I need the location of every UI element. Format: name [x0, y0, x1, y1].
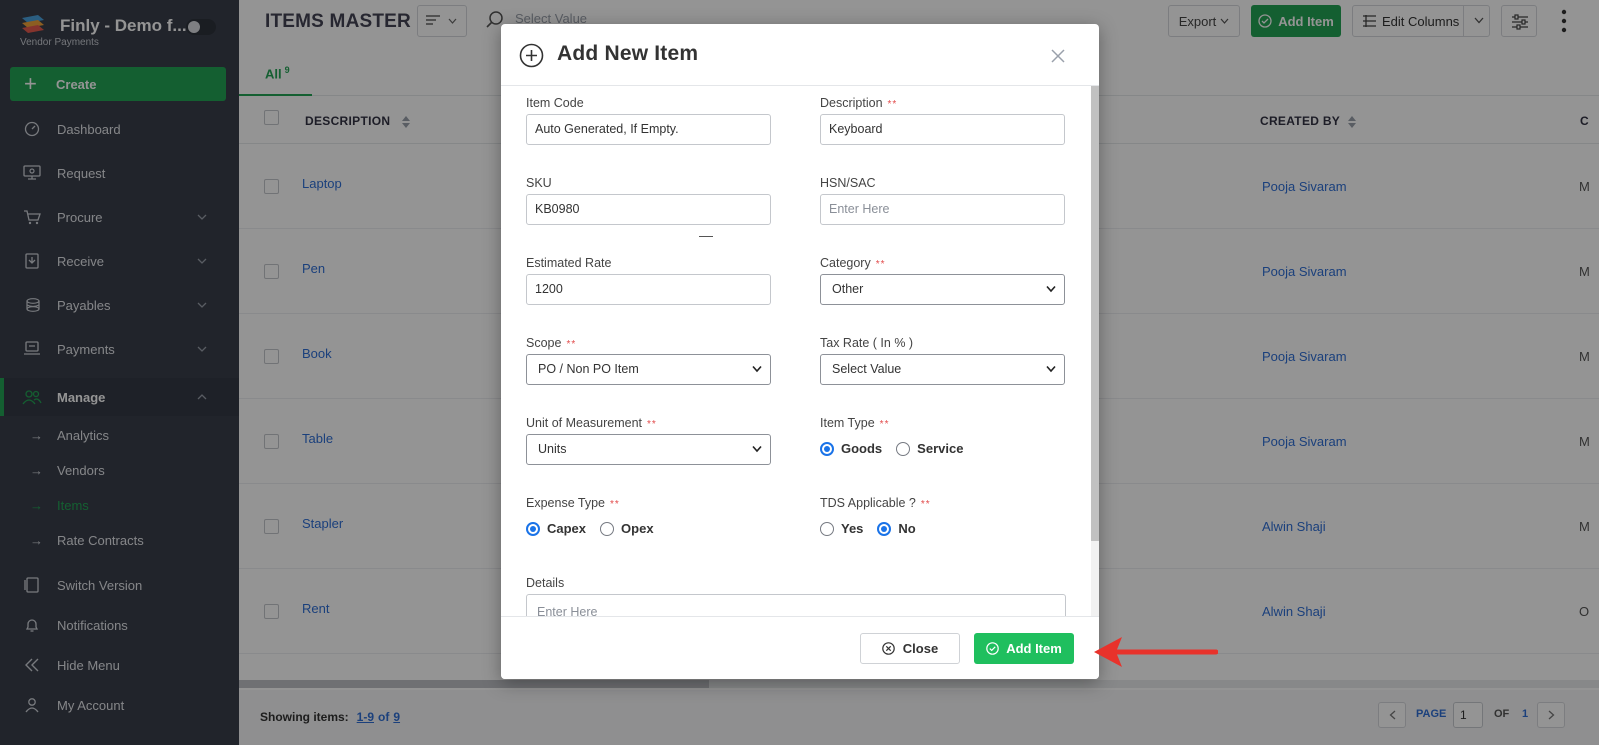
tds-applicable-radio-group: Yes No — [820, 521, 930, 536]
modal-footer: Close Add Item — [501, 616, 1099, 679]
scope-selected-value: PO / Non PO Item — [538, 362, 639, 376]
plus-circle-icon — [519, 43, 544, 68]
annotation-arrow-icon — [1094, 637, 1218, 667]
radio-button[interactable] — [896, 441, 911, 456]
radio-label: Opex — [621, 521, 654, 536]
estimated-rate-label: Estimated Rate — [526, 256, 612, 270]
required-mark: ** — [920, 499, 931, 510]
item-type-radio-group: Goods Service — [820, 441, 977, 456]
unit-of-measurement-label: Unit of Measurement ** — [526, 416, 657, 430]
description-label: Description ** — [820, 96, 897, 110]
chevron-down-icon — [1046, 365, 1056, 373]
radio-button[interactable] — [600, 521, 615, 536]
radio-button-selected[interactable] — [877, 521, 892, 536]
close-button-label: Close — [902, 641, 939, 656]
item-type-label: Item Type ** — [820, 416, 889, 430]
required-mark: ** — [879, 419, 890, 430]
radio-label: Capex — [547, 521, 587, 536]
input-resize-handle — [699, 236, 713, 237]
required-mark: ** — [566, 339, 577, 350]
item-code-input[interactable]: Auto Generated, If Empty. — [526, 114, 771, 145]
chevron-down-icon — [752, 365, 762, 373]
expense-type-label-text: Expense Type — [526, 496, 605, 510]
modal-vertical-scrollbar[interactable] — [1091, 86, 1099, 616]
item-type-goods-option[interactable]: Goods — [820, 441, 882, 456]
radio-label: Goods — [841, 441, 883, 456]
add-new-item-modal: Add New Item Item Code Auto Generated, I… — [501, 24, 1099, 679]
required-mark: ** — [875, 259, 886, 270]
hsn-sac-input[interactable]: Enter Here — [820, 194, 1065, 225]
uom-label-text: Unit of Measurement — [526, 416, 643, 430]
required-mark: ** — [610, 499, 620, 510]
sku-label: SKU — [526, 176, 552, 190]
estimated-rate-input[interactable]: 1200 — [526, 274, 771, 305]
item-code-label: Item Code — [526, 96, 584, 110]
details-label: Details — [526, 576, 565, 590]
expense-type-capex-option[interactable]: Capex — [526, 521, 586, 536]
chevron-down-icon — [1046, 285, 1056, 293]
category-select[interactable]: Other — [820, 274, 1065, 305]
sku-input[interactable]: KB0980 — [526, 194, 771, 225]
scope-label-text: Scope — [526, 336, 562, 350]
tds-no-option[interactable]: No — [877, 521, 916, 536]
close-icon[interactable] — [1050, 48, 1066, 64]
tds-applicable-label: TDS Applicable ? ** — [820, 496, 931, 510]
add-item-submit-button[interactable]: Add Item — [974, 633, 1074, 664]
unit-of-measurement-select[interactable]: Units — [526, 434, 771, 465]
radio-button-selected[interactable] — [820, 441, 834, 456]
details-textarea[interactable]: Enter Here — [526, 594, 1066, 616]
tax-rate-select[interactable]: Select Value — [820, 354, 1065, 385]
tax-rate-label: Tax Rate ( In % ) — [820, 336, 914, 350]
uom-selected-value: Units — [538, 442, 567, 456]
hsn-sac-label: HSN/SAC — [820, 176, 876, 190]
scope-select[interactable]: PO / Non PO Item — [526, 354, 771, 385]
expense-type-opex-option[interactable]: Opex — [600, 521, 654, 536]
tds-yes-option[interactable]: Yes — [820, 521, 863, 536]
radio-button[interactable] — [820, 521, 834, 536]
scope-label: Scope ** — [526, 336, 576, 350]
chevron-down-icon — [752, 445, 762, 453]
item-type-service-option[interactable]: Service — [896, 441, 963, 456]
item-type-label-text: Item Type — [820, 416, 875, 430]
tds-label-text: TDS Applicable ? — [820, 496, 916, 510]
scrollbar-thumb[interactable] — [1091, 86, 1099, 541]
category-label-text: Category — [820, 256, 871, 270]
category-selected-value: Other — [832, 282, 864, 296]
radio-label: Yes — [841, 521, 864, 536]
add-item-submit-label: Add Item — [1006, 641, 1062, 656]
category-label: Category ** — [820, 256, 886, 270]
modal-body: Item Code Auto Generated, If Empty. Desc… — [501, 86, 1099, 616]
required-mark: ** — [887, 99, 898, 110]
check-circle-icon — [986, 642, 999, 655]
radio-button-selected[interactable] — [526, 521, 540, 536]
description-label-text: Description — [820, 96, 883, 110]
radio-label: No — [898, 521, 916, 536]
modal-header: Add New Item — [501, 24, 1099, 86]
expense-type-label: Expense Type ** — [526, 496, 620, 510]
tax-rate-selected-value: Select Value — [832, 362, 902, 376]
close-circle-icon — [881, 642, 895, 655]
radio-label: Service — [917, 441, 964, 456]
required-mark: ** — [647, 419, 657, 430]
modal-title: Add New Item — [557, 42, 699, 65]
expense-type-radio-group: Capex Opex — [526, 521, 668, 536]
description-input[interactable]: Keyboard — [820, 114, 1065, 145]
close-button[interactable]: Close — [860, 633, 960, 664]
